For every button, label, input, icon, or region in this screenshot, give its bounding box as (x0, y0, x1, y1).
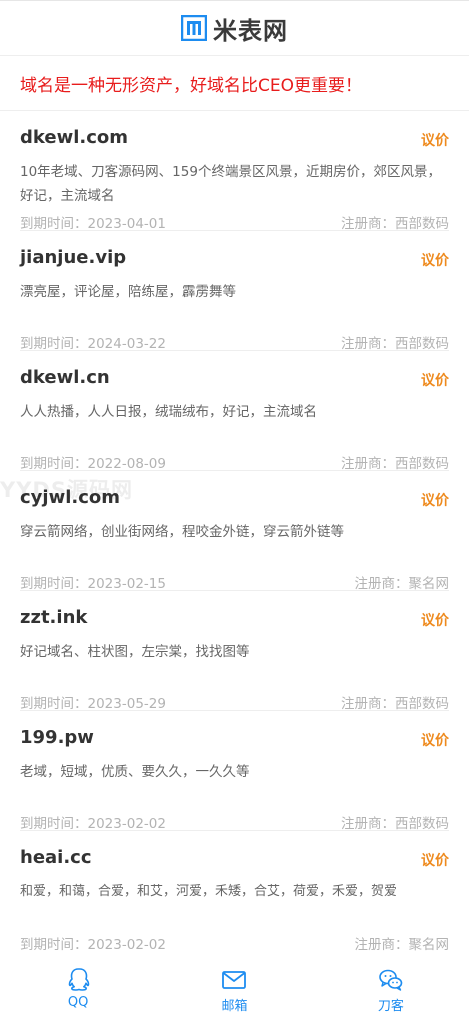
domain-name[interactable]: dkewl.com (20, 127, 128, 148)
watermark: YYDS源码网 (0, 478, 133, 502)
domain-name[interactable]: dkewl.cn (20, 367, 110, 388)
registrar: 注册商：西部数码 (341, 816, 449, 832)
app-header: 米表网 (0, 0, 469, 56)
expiry-date: 到期时间：2024-03-22 (20, 336, 166, 352)
expiry-date: 到期时间：2023-02-02 (20, 937, 166, 953)
expiry-date: 到期时间：2023-02-02 (20, 816, 166, 832)
domain-item[interactable]: jianjue.vip 议价 漂亮屋，评论屋，陪练屋，霹雳舞等 到期时间：202… (20, 231, 449, 352)
tab-mail[interactable]: 邮箱 (156, 963, 312, 1015)
site-title: 米表网 (213, 16, 288, 45)
tab-label: 刀客 (377, 999, 404, 1014)
tab-qq[interactable]: QQ (0, 963, 156, 1015)
expiry-date: 到期时间：2022-08-09 (20, 456, 166, 472)
negotiate-button[interactable]: 议价 (421, 370, 449, 390)
negotiate-button[interactable]: 议价 (421, 250, 449, 270)
bottom-tabbar: QQ 邮箱 刀客 (0, 963, 469, 1015)
domain-item[interactable]: dkewl.cn 议价 人人热播，人人日报，绒瑞绒布，好记，主流域名 到期时间：… (20, 351, 449, 472)
registrar: 注册商：西部数码 (341, 696, 449, 712)
negotiate-button[interactable]: 议价 (421, 850, 449, 870)
registrar: 注册商：西部数码 (341, 336, 449, 352)
domain-description: 漂亮屋，评论屋，陪练屋，霹雳舞等 (20, 284, 236, 300)
qq-icon (68, 968, 90, 991)
slogan-banner: 域名是一种无形资产，好域名比CEO更重要！ (0, 57, 469, 111)
domain-name[interactable]: jianjue.vip (20, 247, 126, 268)
domain-list: dkewl.com 议价 10年老域、刀客源码网、159个终端景区风景，近期房价… (0, 111, 469, 953)
domain-item[interactable]: zzt.ink 议价 好记域名、柱状图，左宗棠，找找图等 到期时间：2023-0… (20, 591, 449, 712)
domain-description: 10年老域、刀客源码网、159个终端景区风景，近期房价，郊区风景，好记，主流域名 (20, 164, 441, 204)
domain-description: 和爱，和蔼，合爱，和艾，河爱，禾矮，合艾，荷爱，禾爱，贺爱 (20, 884, 398, 899)
registrar: 注册商：西部数码 (341, 216, 449, 232)
logo-icon (181, 15, 207, 41)
domain-description: 穿云箭网络，创业街网络，程咬金外链，穿云箭外链等 (20, 524, 344, 540)
negotiate-button[interactable]: 议价 (421, 490, 449, 510)
domain-name[interactable]: 199.pw (20, 727, 94, 748)
negotiate-button[interactable]: 议价 (421, 130, 449, 150)
domain-item[interactable]: dkewl.com 议价 10年老域、刀客源码网、159个终端景区风景，近期房价… (20, 111, 449, 232)
domain-item[interactable]: heai.cc 议价 和爱，和蔼，合爱，和艾，河爱，禾矮，合艾，荷爱，禾爱，贺爱… (20, 831, 450, 953)
registrar: 注册商：聚名网 (354, 576, 450, 592)
tab-label: 邮箱 (221, 999, 248, 1014)
tab-wechat[interactable]: 刀客 (313, 963, 469, 1015)
slogan-text: 域名是一种无形资产，好域名比CEO更重要！ (20, 76, 362, 96)
mail-icon (222, 971, 247, 989)
expiry-date: 到期时间：2023-02-15 (20, 576, 166, 592)
domain-name[interactable]: zzt.ink (20, 607, 87, 628)
domain-description: 好记域名、柱状图，左宗棠，找找图等 (20, 644, 250, 660)
domain-description: 人人热播，人人日报，绒瑞绒布，好记，主流域名 (20, 404, 317, 420)
negotiate-button[interactable]: 议价 (421, 730, 449, 750)
domain-item[interactable]: 199.pw 议价 老域，短域，优质、要久久，一久久等 到期时间：2023-02… (20, 711, 449, 832)
registrar: 注册商：聚名网 (354, 937, 450, 953)
expiry-date: 到期时间：2023-04-01 (20, 216, 166, 232)
domain-description: 老域，短域，优质、要久久，一久久等 (20, 764, 250, 780)
tab-label: QQ (67, 995, 89, 1010)
wechat-icon (379, 969, 403, 991)
registrar: 注册商：西部数码 (341, 456, 449, 472)
domain-name[interactable]: heai.cc (20, 847, 92, 868)
expiry-date: 到期时间：2023-05-29 (20, 696, 166, 712)
negotiate-button[interactable]: 议价 (421, 610, 449, 630)
